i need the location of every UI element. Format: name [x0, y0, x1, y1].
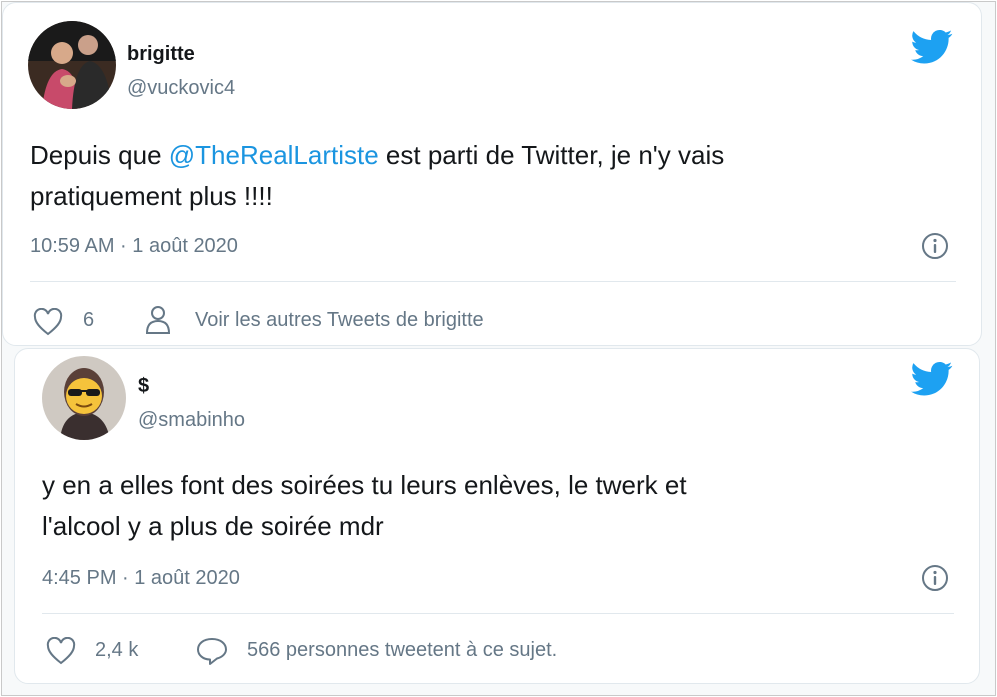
divider [42, 613, 954, 614]
twitter-bird-icon[interactable] [911, 29, 953, 65]
user-handle[interactable]: @smabinho [138, 409, 245, 432]
twitter-bird-icon[interactable] [911, 361, 953, 397]
tweet-timestamp[interactable]: 4:45 PM · 1 août 2020 [42, 567, 240, 590]
like-count: 2,4 k [95, 639, 139, 661]
mention-link[interactable]: @TheRealLartiste [169, 140, 379, 170]
speech-bubble-icon[interactable] [195, 636, 229, 666]
display-name[interactable]: brigitte [127, 43, 195, 66]
divider [30, 281, 956, 282]
heart-icon[interactable] [46, 637, 76, 665]
tweet-text: y en a elles font des soirées tu leurs e… [42, 470, 687, 541]
heart-icon[interactable] [33, 308, 63, 336]
avatar[interactable] [42, 356, 126, 440]
conversation-link[interactable]: 566 personnes tweetent à ce sujet. [247, 639, 557, 662]
info-icon[interactable] [921, 564, 949, 592]
display-name[interactable]: $ [138, 375, 149, 398]
person-icon [145, 306, 171, 334]
tweet-text: Depuis que @TheRealLartiste est parti de… [30, 135, 960, 217]
avatar[interactable] [28, 21, 116, 109]
like-count: 6 [83, 309, 95, 331]
tweet-card-2[interactable]: $ @smabinho y en a elles font des soirée… [14, 348, 980, 684]
user-handle[interactable]: @vuckovic4 [127, 77, 235, 100]
tweet-text-prefix: Depuis que [30, 140, 169, 170]
see-more-tweets-link[interactable]: Voir les autres Tweets de brigitte [195, 309, 484, 332]
info-icon[interactable] [921, 232, 949, 260]
tweet-card-1[interactable]: brigitte @vuckovic4 Depuis que @TheRealL… [2, 2, 982, 346]
tweet-timestamp[interactable]: 10:59 AM · 1 août 2020 [30, 235, 238, 258]
